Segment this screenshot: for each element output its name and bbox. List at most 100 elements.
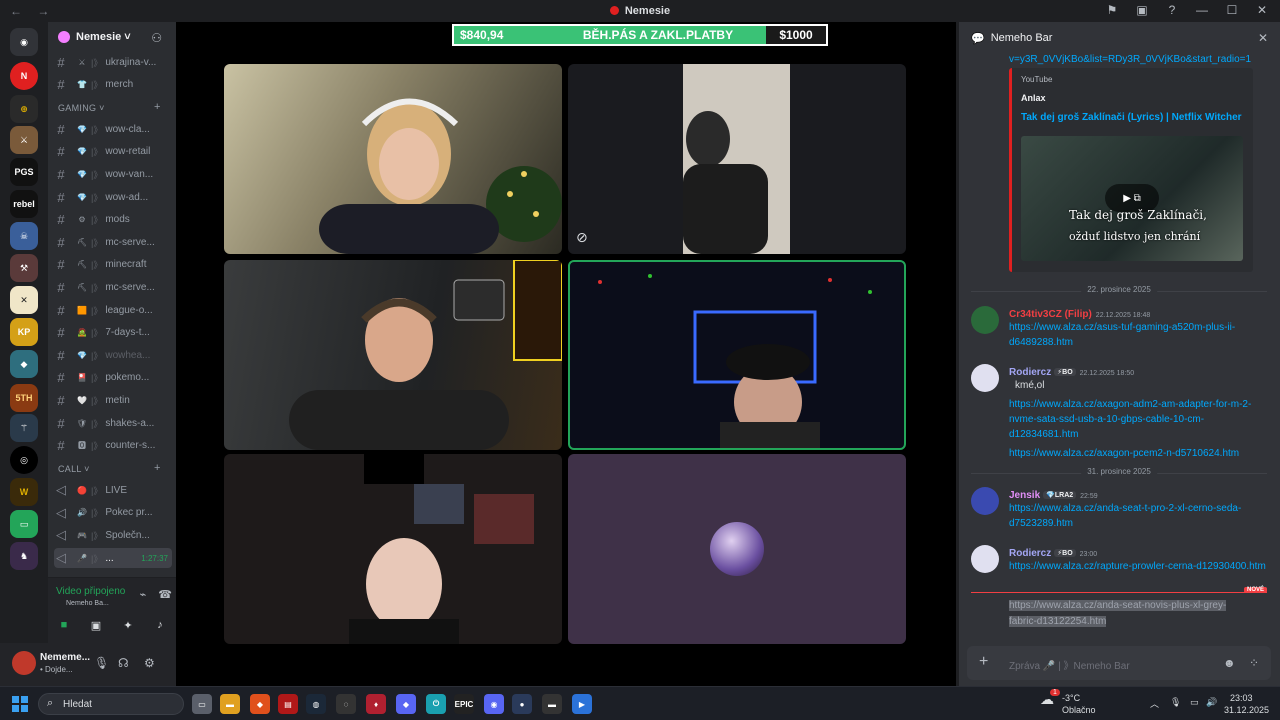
task-view-icon[interactable]: ▭ [192,694,212,714]
discord-home-icon[interactable]: ◉ [10,28,38,56]
text-channel[interactable]: # ⛏ |》 minecraft [54,255,172,275]
app-icon[interactable]: ▬ [542,694,562,714]
minimize-button[interactable]: — [1194,3,1210,17]
avatar[interactable] [971,306,999,334]
server-icon[interactable]: ⚚ [10,414,38,442]
text-channel[interactable]: # ⛏ |》 mc-serve... [54,277,172,297]
app-icon[interactable]: ● [512,694,532,714]
voice-channel-name[interactable]: Nemeho Ba... [66,600,109,607]
text-channel[interactable]: # 💎 |》 wow-retail [54,142,172,162]
message-input[interactable]: Zpráva 🎤 | 》Nemeho Bar [1009,657,1130,672]
network-icon[interactable]: ▭ [1190,697,1199,708]
text-channel[interactable]: # 💎 |》 wow-ad... [54,187,172,207]
server-icon[interactable]: ☠ [10,222,38,250]
brave-browser-icon[interactable]: ◆ [250,694,270,714]
attach-plus-icon[interactable]: + [979,653,988,671]
server-icon[interactable]: ▭ [10,510,38,538]
server-icon[interactable]: ⊕ [10,95,38,123]
server-icon[interactable]: 5TH [10,384,38,412]
camera-button[interactable]: ■ [51,614,77,636]
voice-channel[interactable]: ◁ 🔴 |》 LIVE [54,480,172,500]
add-channel-icon[interactable]: + [154,462,160,474]
server-icon[interactable]: ⚔ [10,126,38,154]
server-header[interactable]: Nemesie ˅ ⚇ [48,22,176,52]
soundboard-button[interactable]: ♪ [147,614,173,636]
embed-author[interactable]: Anlax [1021,93,1046,103]
text-channel[interactable]: # 🧟 |》 7-days-t... [54,323,172,343]
server-icon[interactable]: KP [10,318,38,346]
apps-icon[interactable]: ⁘ [1249,656,1259,670]
text-channel[interactable]: # 🤍 |》 metin [54,390,172,410]
voice-channel[interactable]: ◁ 🔊 |》 Pokec pr... [54,503,172,523]
text-channel[interactable]: # 💎 |》 wow-cla... [54,119,172,139]
settings-gear-icon[interactable]: ⚙ [144,656,155,670]
text-channel[interactable]: # 🛡 |》 shakes-a... [54,413,172,433]
app-icon[interactable]: ◆ [396,694,416,714]
app-icon[interactable]: ◌ [336,694,356,714]
close-button[interactable]: ✕ [1254,3,1270,17]
server-icon[interactable]: ♞ [10,542,38,570]
maximize-button[interactable]: ☐ [1224,3,1240,17]
message-link[interactable]: v=y3R_0VVjKBo&list=RDy3R_0VVjKBo&start_r… [1009,52,1269,67]
file-explorer-icon[interactable]: ▬ [220,694,240,714]
message-author[interactable]: Jensik [1009,490,1040,501]
emoji-icon[interactable]: ☻ [1223,656,1236,670]
channel-category[interactable]: CALL ˅ [58,464,90,474]
text-channel[interactable]: # 💎 |》 wowhea... [54,345,172,365]
text-channel[interactable]: # ⚔ |》 ukrajina-v... [54,52,172,72]
server-icon[interactable]: W [10,478,38,506]
taskbar-search[interactable]: ⌕ Hledat [38,693,184,715]
epic-games-icon[interactable]: EPIC [454,694,474,714]
server-icon[interactable]: ⚒ [10,254,38,282]
add-channel-icon[interactable]: + [154,101,160,113]
video-tile[interactable] [224,64,562,254]
message-link[interactable]: https://www.alza.cz/axagon-pcem2-n-d5710… [1009,446,1267,461]
discord-taskbar-icon[interactable]: ◉ [484,694,504,714]
avatar[interactable] [12,651,36,675]
avatar[interactable] [971,487,999,515]
channel-category[interactable]: GAMING ˅ [58,103,105,113]
screenshare-button[interactable]: ▣ [83,614,109,636]
app-icon[interactable]: ▤ [278,694,298,714]
app-icon[interactable]: ♦ [366,694,386,714]
server-icon[interactable]: ✕ [10,286,38,314]
text-channel[interactable]: # ⚙ |》 mods [54,210,172,230]
help-icon[interactable]: ? [1164,3,1180,17]
noise-suppression-icon[interactable]: ⌁ [140,588,147,601]
video-tile[interactable] [224,260,562,450]
message-author[interactable]: Rodiercz [1009,548,1051,559]
text-channel[interactable]: # ⛏ |》 mc-serve... [54,232,172,252]
headphones-icon[interactable]: ☊ [118,656,129,670]
clock-time[interactable]: 23:03 [1230,693,1253,703]
video-thumbnail[interactable]: ▶ ⧉ Tak dej groš Zaklínači, ožduť lidstv… [1021,136,1243,261]
steam-icon[interactable]: ◍ [306,694,326,714]
voice-channel[interactable]: ◁ 🎮 |》 Společn... [54,525,172,545]
message-link[interactable]: https://www.alza.cz/rapture-prowler-cern… [1009,559,1267,574]
server-icon[interactable]: ◆ [10,350,38,378]
text-channel[interactable]: # 🟧 |》 league-o... [54,300,172,320]
video-tile[interactable] [224,454,562,644]
username[interactable]: Nememe... [40,652,90,663]
message-link[interactable]: https://www.alza.cz/anda-seat-t-pro-2-xl… [1009,501,1267,531]
activities-button[interactable]: ✦ [115,614,141,636]
clock-date[interactable]: 31.12.2025 [1224,705,1269,715]
app-icon[interactable]: ⏻ [426,694,446,714]
avatar[interactable] [971,545,999,573]
windows-start-icon[interactable] [12,696,28,712]
message-composer[interactable]: + Zpráva 🎤 | 》Nemeho Bar ☻ ⁘ [967,646,1271,680]
message-author[interactable]: Cr34tiv3CZ (Filip) [1009,309,1092,320]
volume-icon[interactable]: 🔊 [1206,697,1217,708]
video-tile[interactable]: ⊘ [568,64,906,254]
text-channel[interactable]: # 👕 |》 merch [54,75,172,95]
text-channel[interactable]: # 💎 |》 wow-van... [54,164,172,184]
chevron-up-icon[interactable]: ︿ [1150,697,1159,710]
embed-title[interactable]: Tak dej groš Zaklínači (Lyrics) | Netfli… [1021,112,1242,123]
text-channel[interactable]: # 🎴 |》 pokemo... [54,368,172,388]
app-icon[interactable]: ▶ [572,694,592,714]
text-channel[interactable]: # 🅾 |》 counter-s... [54,436,172,456]
message-link[interactable]: https://www.alza.cz/anda-seat-novis-plus… [1009,600,1227,627]
message-author[interactable]: Rodiercz [1009,367,1051,378]
server-icon[interactable]: rebel [10,190,38,218]
add-friend-icon[interactable]: ⚇ [151,31,162,45]
server-icon[interactable]: PGS [10,158,38,186]
